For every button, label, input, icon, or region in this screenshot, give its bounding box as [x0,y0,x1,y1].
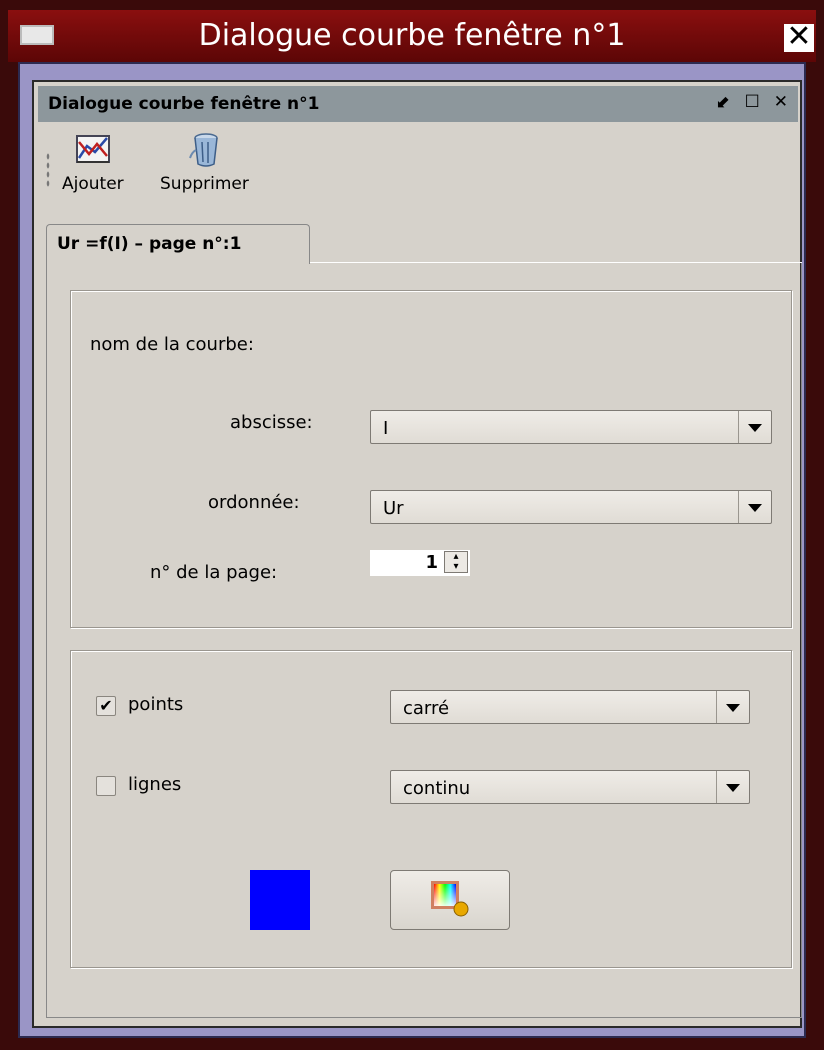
window-title: Dialogue courbe fenêtre n°1 [198,18,626,53]
chevron-down-icon [738,411,771,443]
chevron-down-icon [716,771,749,803]
points-style-value: carré [403,698,450,719]
points-checkbox[interactable]: ✔ [96,696,116,716]
curve-name-label: nom de la courbe: [90,334,254,355]
abscissa-value: I [383,418,389,439]
toolbar-grip-handle[interactable] [46,152,50,188]
lines-style-select[interactable]: continu [390,770,750,804]
chevron-down-icon [738,491,771,523]
ordinate-value: Ur [383,498,404,519]
dock-titlebar[interactable]: Dialogue courbe fenêtre n°1 ⬋ ☐ ✕ [38,86,798,122]
spin-arrows-icon[interactable]: ▴ ▾ [444,551,468,573]
chevron-down-icon [716,691,749,723]
dock-title: Dialogue courbe fenêtre n°1 [48,94,320,114]
lines-label: lignes [128,774,182,795]
add-button-label: Ajouter [62,174,124,194]
trash-can-icon [189,133,219,167]
color-palette-icon [431,881,469,917]
page-number-value: 1 [425,552,438,573]
page-number-spinbox[interactable]: 1 ▴ ▾ [370,550,470,576]
choose-color-button[interactable] [390,870,510,930]
page-number-label: n° de la page: [150,562,278,583]
points-label: points [128,694,184,715]
abscissa-label: abscisse: [230,412,313,433]
lines-style-value: continu [403,778,471,799]
window-titlebar[interactable]: Dialogue courbe fenêtre n°1 ✕ [8,10,816,62]
points-style-select[interactable]: carré [390,690,750,724]
remove-button[interactable]: Supprimer [160,132,249,194]
remove-button-label: Supprimer [160,174,249,194]
chart-add-icon [75,135,110,163]
ordinate-label: ordonnée: [208,492,300,513]
lines-checkbox[interactable] [96,776,116,796]
ordinate-select[interactable]: Ur [370,490,772,524]
window-close-button[interactable]: ✕ [784,22,814,52]
window-menu-button[interactable] [20,25,54,45]
add-button[interactable]: Ajouter [62,132,124,194]
abscissa-select[interactable]: I [370,410,772,444]
dock-controls[interactable]: ⬋ ☐ ✕ [716,92,792,112]
color-swatch [250,870,310,930]
tab-label: Ur =f(I) – page n°:1 [57,234,242,254]
tab-curve-page-1[interactable]: Ur =f(I) – page n°:1 [46,224,310,264]
